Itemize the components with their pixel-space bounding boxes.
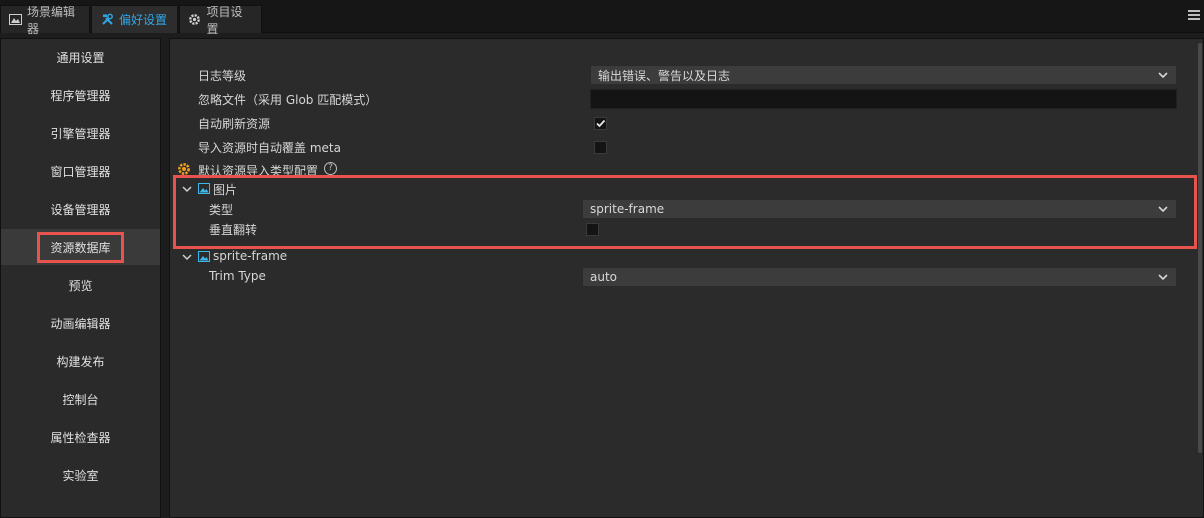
scene-editor-icon xyxy=(9,13,22,27)
sidebar-item-animation-editor[interactable]: 动画编辑器 xyxy=(1,305,160,341)
overwrite-meta-checkbox[interactable] xyxy=(594,141,607,154)
sidebar-item-device-manager[interactable]: 设备管理器 xyxy=(1,191,160,227)
scrollbar[interactable] xyxy=(1198,43,1202,453)
image-type-value: sprite-frame xyxy=(590,202,665,216)
trim-type-value: auto xyxy=(590,270,618,284)
sidebar-item-window-manager[interactable]: 窗口管理器 xyxy=(1,153,160,189)
trim-type-select[interactable]: auto xyxy=(582,267,1177,287)
sidebar-item-program-manager[interactable]: 程序管理器 xyxy=(1,77,160,113)
sidebar-item-label: 通用设置 xyxy=(56,50,105,65)
image-type-select[interactable]: sprite-frame xyxy=(582,199,1177,219)
tools-icon xyxy=(100,13,114,27)
tab-project-settings[interactable]: 项目设置 xyxy=(179,5,262,36)
image-icon xyxy=(198,251,210,262)
tab-preferences[interactable]: 偏好设置 xyxy=(91,5,178,33)
sidebar-item-asset-database[interactable]: 资源数据库 xyxy=(1,229,160,265)
auto-refresh-label: 自动刷新资源 xyxy=(198,117,271,131)
overwrite-meta-label: 导入资源时自动覆盖 meta xyxy=(198,141,341,155)
sidebar-item-label: 资源数据库 xyxy=(37,231,124,263)
sidebar-item-engine-manager[interactable]: 引擎管理器 xyxy=(1,115,160,151)
chevron-down-icon[interactable] xyxy=(182,184,192,194)
sidebar-item-general[interactable]: 通用设置 xyxy=(1,39,160,75)
sidebar-item-lab[interactable]: 实验室 xyxy=(1,457,160,493)
log-level-value: 输出错误、警告以及日志 xyxy=(598,68,731,83)
log-level-label: 日志等级 xyxy=(198,69,247,83)
ignore-files-label: 忽略文件（采用 Glob 匹配模式） xyxy=(198,93,378,107)
gear-icon xyxy=(188,13,202,27)
default-import-label: 默认资源导入类型配置 xyxy=(198,164,319,178)
checkmark-icon xyxy=(596,119,606,128)
sidebar-item-label: 属性检查器 xyxy=(50,430,111,445)
ignore-files-input[interactable] xyxy=(590,89,1177,109)
flip-vertical-label: 垂直翻转 xyxy=(209,223,258,237)
chevron-down-icon[interactable] xyxy=(182,252,192,262)
sidebar-item-inspector[interactable]: 属性检查器 xyxy=(1,419,160,455)
sidebar-item-console[interactable]: 控制台 xyxy=(1,381,160,417)
sidebar-item-label: 预览 xyxy=(68,278,93,293)
sidebar-item-label: 实验室 xyxy=(62,468,99,483)
chevron-down-icon xyxy=(1158,206,1168,213)
tab-label: 偏好设置 xyxy=(119,13,168,27)
auto-refresh-checkbox[interactable] xyxy=(594,117,607,130)
sidebar-item-preview[interactable]: 预览 xyxy=(1,267,160,303)
sidebar-item-label: 动画编辑器 xyxy=(50,316,111,331)
sidebar-item-label: 设备管理器 xyxy=(50,202,111,217)
sidebar-item-build[interactable]: 构建发布 xyxy=(1,343,160,379)
tab-scene-editor[interactable]: 场景编辑器 xyxy=(0,5,90,36)
log-level-select[interactable]: 输出错误、警告以及日志 xyxy=(590,65,1177,85)
sidebar-item-label: 程序管理器 xyxy=(50,88,111,103)
tab-label: 项目设置 xyxy=(206,4,243,36)
flip-vertical-checkbox[interactable] xyxy=(586,223,599,236)
sidebar-item-label: 窗口管理器 xyxy=(50,164,111,179)
help-icon[interactable]: ? xyxy=(324,162,337,175)
image-group-label: 图片 xyxy=(213,183,238,197)
sidebar: 通用设置 程序管理器 引擎管理器 窗口管理器 设备管理器 资源数据库 预览 动画… xyxy=(0,38,161,518)
sidebar-item-label: 引擎管理器 xyxy=(50,126,111,141)
sidebar-item-label: 控制台 xyxy=(62,392,99,407)
trim-type-label: Trim Type xyxy=(209,269,266,283)
sidebar-item-label: 构建发布 xyxy=(56,354,105,369)
gear-icon xyxy=(178,163,190,175)
sprite-frame-group-label: sprite-frame xyxy=(213,249,288,263)
chevron-down-icon xyxy=(1158,274,1168,281)
tab-label: 场景编辑器 xyxy=(27,4,76,36)
image-icon xyxy=(198,183,210,194)
hamburger-menu-icon[interactable] xyxy=(1188,10,1200,24)
chevron-down-icon xyxy=(1158,72,1168,79)
image-type-label: 类型 xyxy=(209,203,234,217)
tab-bar: 场景编辑器 偏好设置 项目设置 xyxy=(0,0,1204,36)
